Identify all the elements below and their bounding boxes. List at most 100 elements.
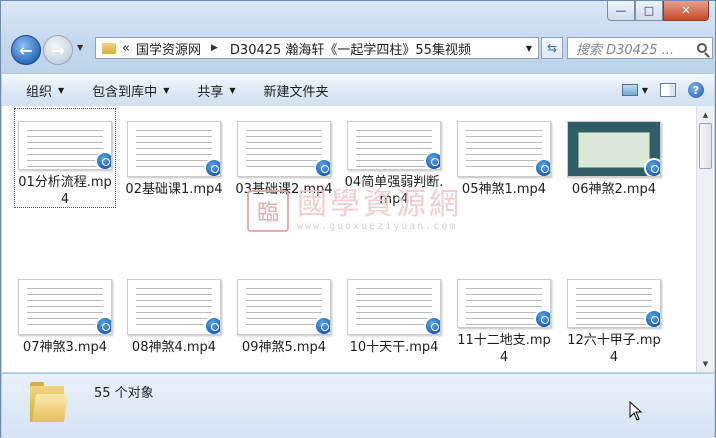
media-player-icon xyxy=(95,151,111,169)
media-player-icon xyxy=(534,158,550,176)
watermark-text-group: 國學資源網 www.guoxueziyuan.com xyxy=(297,187,462,233)
new-folder-label: 新建文件夹 xyxy=(263,84,329,100)
chevron-down-icon: ▼ xyxy=(229,85,236,95)
folder-icon xyxy=(102,42,116,54)
video-thumbnail xyxy=(347,121,441,170)
include-in-library-button[interactable]: 包含到库中 ▼ xyxy=(78,81,183,100)
search-input[interactable]: 搜索 D30425 ... xyxy=(567,37,713,59)
new-folder-button[interactable]: 新建文件夹 xyxy=(250,81,343,100)
watermark-url: www.guoxueziyuan.com xyxy=(297,221,458,232)
item-count: 55 个对象 xyxy=(94,386,154,401)
file-item[interactable]: 07神煞3.mp4 xyxy=(14,266,116,366)
media-player-icon xyxy=(534,309,550,327)
media-player-icon xyxy=(644,309,660,327)
recent-pages-dropdown[interactable]: ▼ xyxy=(77,43,83,52)
chevron-right-icon[interactable]: ▶ xyxy=(211,43,218,53)
arrow-left-icon: ← xyxy=(19,40,33,60)
video-thumbnail xyxy=(127,121,221,177)
file-item[interactable]: 01分析流程.mp4 xyxy=(14,108,116,208)
address-segment-label: 国学资源网 xyxy=(135,42,201,58)
organize-button[interactable]: 组织 ▼ xyxy=(12,81,78,100)
navigation-bar: ← → ▼ « 国学资源网 ▶ D30425 瀚海轩《一起学四柱》55集视频 ▼ … xyxy=(9,35,713,65)
media-player-icon xyxy=(424,151,440,169)
file-name: 10十天干.mp4 xyxy=(349,340,439,355)
file-item[interactable]: 09神煞5.mp4 xyxy=(233,266,335,366)
media-player-icon xyxy=(314,316,330,334)
watermark-text: 國學資源網 xyxy=(297,187,462,222)
minimize-button[interactable]: — xyxy=(607,1,635,21)
file-name: 05神煞1.mp4 xyxy=(461,182,547,197)
share-label: 共享 xyxy=(197,84,224,100)
address-overflow[interactable]: « xyxy=(122,41,130,56)
video-thumbnail xyxy=(237,121,331,177)
file-name: 09神煞5.mp4 xyxy=(241,340,327,355)
video-thumbnail xyxy=(457,279,551,328)
video-thumbnail xyxy=(567,279,661,328)
help-icon[interactable]: ? xyxy=(688,82,704,98)
mouse-cursor-icon xyxy=(629,401,643,421)
overflow-chevron: « xyxy=(122,40,130,56)
arrow-right-icon: → xyxy=(51,40,65,60)
file-name: 01分析流程.mp4 xyxy=(18,175,112,207)
back-button[interactable]: ← xyxy=(11,35,41,65)
change-view-icon[interactable] xyxy=(621,84,638,96)
watermark-seal: 臨 xyxy=(247,189,289,232)
folder-icon xyxy=(30,380,68,424)
toolbar-right: ▼ ? xyxy=(621,82,704,98)
caption-buttons: — □ ✕ xyxy=(607,1,709,21)
video-thumbnail xyxy=(127,279,221,335)
file-item[interactable]: 06神煞2.mp4 xyxy=(563,108,665,208)
refresh-icon: ⇆ xyxy=(546,41,558,55)
search-placeholder: 搜索 D30425 ... xyxy=(576,42,675,58)
video-thumbnail xyxy=(237,279,331,335)
file-name: 07神煞3.mp4 xyxy=(22,340,108,355)
preview-pane-icon[interactable] xyxy=(660,83,676,97)
video-thumbnail xyxy=(18,279,112,335)
media-player-icon xyxy=(204,316,220,334)
vertical-scrollbar[interactable]: ▲ ▼ xyxy=(696,106,714,372)
share-button[interactable]: 共享 ▼ xyxy=(183,81,249,100)
file-item[interactable]: 08神煞4.mp4 xyxy=(123,266,225,366)
address-segment-folder[interactable]: D30425 瀚海轩《一起学四柱》55集视频 xyxy=(230,39,471,58)
details-pane: 55 个对象 xyxy=(2,373,714,438)
scroll-up-button[interactable]: ▲ xyxy=(698,107,713,122)
scroll-down-button[interactable]: ▼ xyxy=(698,356,713,371)
refresh-button[interactable]: ⇆ xyxy=(541,37,563,59)
explorer-window: — □ ✕ ← → ▼ « 国学资源网 ▶ D30425 瀚海轩《一起学四柱》55… xyxy=(0,0,716,438)
file-item[interactable]: 11十二地支.mp4 xyxy=(453,266,555,366)
media-player-icon xyxy=(204,158,220,176)
scroll-thumb[interactable] xyxy=(699,123,712,169)
close-button[interactable]: ✕ xyxy=(663,1,709,21)
video-thumbnail xyxy=(347,279,441,335)
file-item[interactable]: 10十天干.mp4 xyxy=(343,266,445,366)
organize-label: 组织 xyxy=(26,84,53,100)
file-item[interactable]: 12六十甲子.mp4 xyxy=(563,266,665,366)
address-segment-site[interactable]: 国学资源网 ▶ xyxy=(136,39,224,58)
media-player-icon xyxy=(644,158,660,176)
file-name: 02基础课1.mp4 xyxy=(125,182,223,197)
chevron-down-icon[interactable]: ▼ xyxy=(526,44,532,53)
video-thumbnail xyxy=(457,121,551,177)
media-player-icon xyxy=(314,158,330,176)
chevron-down-icon: ▼ xyxy=(58,85,65,95)
chevron-down-icon[interactable]: ▼ xyxy=(642,86,648,95)
video-thumbnail xyxy=(18,121,112,170)
media-player-icon xyxy=(95,316,111,334)
file-name: 12六十甲子.mp4 xyxy=(567,333,661,365)
media-player-icon xyxy=(424,316,440,334)
include-library-label: 包含到库中 xyxy=(92,84,158,100)
file-list[interactable]: 01分析流程.mp4 02基础课1.mp4 03基础课2.mp4 04简单强弱判断.m… xyxy=(2,106,696,372)
file-item[interactable]: 05神煞1.mp4 xyxy=(453,108,555,208)
chevron-down-icon: ▼ xyxy=(163,85,170,95)
file-name: 11十二地支.mp4 xyxy=(457,333,551,365)
search-icon[interactable] xyxy=(697,43,707,53)
address-segment-label: D30425 瀚海轩《一起学四柱》55集视频 xyxy=(229,42,471,58)
watermark: 臨 國學資源網 www.guoxueziyuan.com xyxy=(247,189,462,232)
file-name: 06神煞2.mp4 xyxy=(571,182,657,197)
video-thumbnail xyxy=(567,121,661,177)
maximize-button[interactable]: □ xyxy=(635,1,663,21)
command-bar: 组织 ▼ 包含到库中 ▼ 共享 ▼ 新建文件夹 ▼ ? xyxy=(2,73,714,107)
address-bar[interactable]: « 国学资源网 ▶ D30425 瀚海轩《一起学四柱》55集视频 ▼ xyxy=(95,37,539,59)
forward-button[interactable]: → xyxy=(43,35,73,65)
file-item[interactable]: 02基础课1.mp4 xyxy=(123,108,225,208)
